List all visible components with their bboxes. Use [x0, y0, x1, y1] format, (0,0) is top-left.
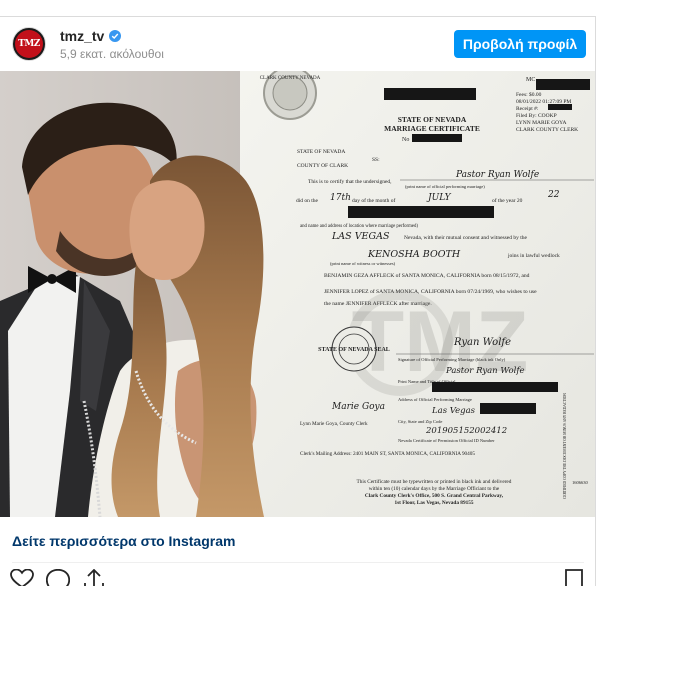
side-number: 1606630	[572, 480, 589, 485]
clerk-signature: Marie Goya	[331, 402, 385, 412]
filed-by-text: Filed By: COOKP	[516, 113, 557, 119]
location-value: LAS VEGAS	[331, 231, 390, 242]
redaction-bar	[384, 88, 476, 100]
certificate-title-1: STATE OF NEVADA	[398, 115, 467, 124]
comment-icon[interactable]	[46, 569, 70, 586]
officiant-print-value: Pastor Ryan Wolfe	[445, 366, 525, 376]
state-seal-label: STATE OF NEVADA SEAL	[318, 347, 390, 353]
side-note: CERTIFIED COPY THE DOCUMENT OR MINUS ANY…	[563, 393, 567, 499]
post-image[interactable]: CLARK COUNTY NEVADA MC Fees: $0.00 08/01…	[0, 71, 595, 517]
clerk-caption: Lynn Marie Goya, County Clerk	[300, 421, 368, 427]
day-of-month-text: day of the month of	[352, 197, 396, 204]
redaction-bar	[536, 79, 590, 90]
receipt-text: Receipt #:	[516, 106, 539, 112]
month-value: JULY	[426, 193, 452, 203]
view-profile-button[interactable]: Προβολή προφίλ	[454, 30, 586, 58]
officiant-signature: Ryan Wolfe	[453, 337, 511, 348]
redaction-bar	[548, 104, 572, 110]
footer-line-3: Clark County Clerk's Office, 500 S. Gran…	[365, 493, 504, 499]
city-value: Las Vegas	[431, 406, 476, 416]
day-value: 17th	[330, 193, 351, 203]
mailing-address: Clerk's Mailing Address: 2401 MAIN ST, S…	[300, 451, 475, 457]
footer-line-2: within ten (10) calendar days by the Mar…	[369, 485, 500, 492]
avatar[interactable]: TMZ	[12, 27, 46, 61]
divider	[12, 562, 584, 563]
signature-caption: Signature of Official Performing Marriag…	[398, 357, 506, 362]
permission-caption: Nevada Certificate of Permission Officia…	[398, 438, 495, 443]
bookmark-icon[interactable]	[564, 569, 584, 586]
county-label: COUNTY OF CLARK	[297, 163, 348, 169]
footer-line-4: 1st Floor, Las Vegas, Nevada 89155	[394, 500, 473, 506]
footer-line-1: This Certificate must be typewritten or …	[357, 478, 512, 485]
year-of-text: of the year 20	[492, 197, 523, 204]
instagram-embed-card: TMZ tmz_tv 5,9 εκατ. ακόλουθοι Προβολή π…	[0, 16, 596, 586]
witness-caption: (print name of witness or witnesses)	[330, 261, 396, 266]
groom-line: BENJAMIN GEZA AFFLECK of SANTA MONICA, C…	[324, 272, 530, 279]
lawful-text: joins in lawful wedlock	[507, 252, 560, 259]
did-on-text: did on the	[296, 198, 319, 204]
number-label: No	[402, 137, 409, 143]
address-caption: Address of Official Performing Marriage	[398, 397, 472, 402]
redaction-bar	[432, 382, 558, 392]
fees-text: Fees: $0.00	[516, 91, 542, 98]
marriage-certificate: CLARK COUNTY NEVADA MC Fees: $0.00 08/01…	[240, 71, 595, 517]
username-row: tmz_tv	[60, 28, 122, 44]
post-header: TMZ tmz_tv 5,9 εκατ. ακόλουθοι Προβολή π…	[0, 17, 595, 73]
certify-text: This is to certify that the undersigned,	[308, 178, 392, 185]
certificate-title-2: MARRIAGE CERTIFICATE	[384, 124, 480, 133]
redaction-bar	[480, 403, 536, 414]
heart-icon[interactable]	[10, 569, 34, 586]
verified-badge-icon	[109, 30, 122, 42]
witness-value: KENOSHA BOOTH	[367, 249, 461, 260]
seal-text: CLARK COUNTY NEVADA	[260, 76, 321, 81]
consent-text: Nevada, with their mutual consent and wi…	[404, 235, 528, 241]
username[interactable]: tmz_tv	[60, 28, 104, 44]
share-icon[interactable]	[82, 569, 106, 586]
clerk-title-text: CLARK COUNTY CLERK	[516, 127, 578, 133]
location-caption: and name and address of location where m…	[300, 224, 418, 229]
clerk-name-text: LYNN MARIE GOYA	[516, 120, 567, 126]
mc-label: MC	[526, 77, 535, 83]
redaction-bar	[348, 206, 494, 218]
ss-label: SS:	[372, 157, 380, 163]
redaction-bar	[412, 134, 462, 142]
year-value: 22	[547, 190, 560, 200]
post-actions	[0, 569, 595, 586]
print-officiant-caption: (print name of official performing marri…	[405, 184, 485, 189]
avatar-logo: TMZ	[15, 30, 43, 58]
officiant-name: Pastor Ryan Wolfe	[455, 170, 539, 180]
state-label: STATE OF NEVADA	[297, 149, 345, 155]
see-more-instagram-link[interactable]: Δείτε περισσότερα στο Instagram	[12, 533, 235, 549]
followers-count: 5,9 εκατ. ακόλουθοι	[60, 47, 164, 61]
post-image-canvas: CLARK COUNTY NEVADA MC Fees: $0.00 08/01…	[0, 71, 595, 517]
permission-id-value: 201905152002412	[425, 426, 507, 436]
